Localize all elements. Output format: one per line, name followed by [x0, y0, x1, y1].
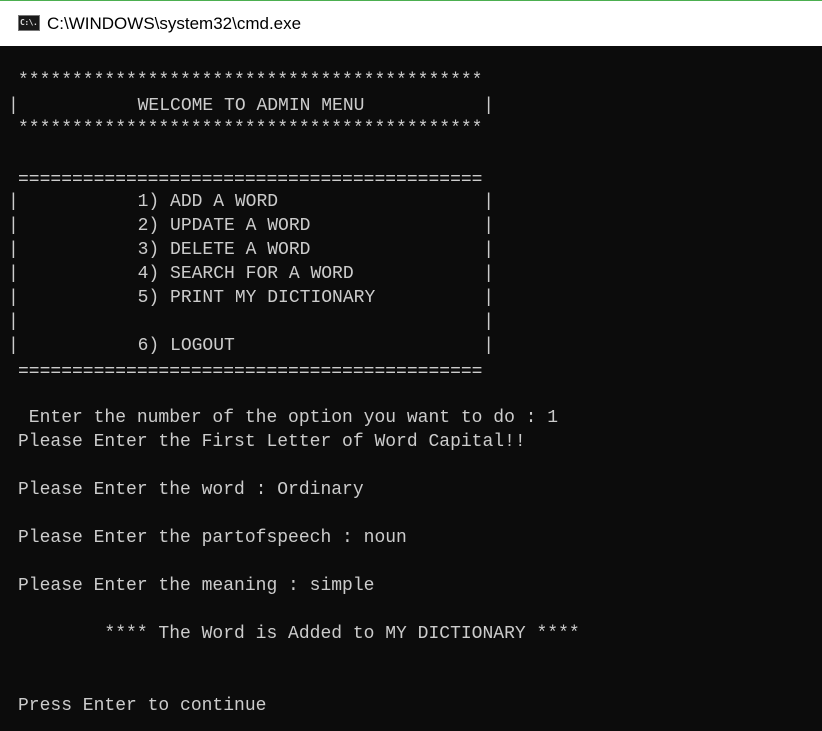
- success-message: **** The Word is Added to MY DICTIONARY …: [18, 624, 580, 644]
- menu-title-border-top: ****************************************…: [18, 71, 483, 91]
- menu-option-logout: | 6) LOGOUT |: [8, 336, 495, 356]
- option-prompt: Enter the number of the option you want …: [18, 408, 559, 428]
- cmd-icon: C:\.: [18, 15, 40, 31]
- title-bar[interactable]: C:\. C:\WINDOWS\system32\cmd.exe: [0, 0, 822, 46]
- menu-blank-row: | |: [8, 312, 495, 332]
- word-prompt: Please Enter the word : Ordinary: [18, 480, 364, 500]
- meaning-prompt: Please Enter the meaning : simple: [18, 576, 375, 596]
- partofspeech-prompt: Please Enter the partofspeech : noun: [18, 528, 407, 548]
- continue-prompt: Press Enter to continue: [18, 696, 267, 716]
- menu-option-update: | 2) UPDATE A WORD |: [8, 216, 495, 236]
- menu-title: | WELCOME TO ADMIN MENU |: [8, 96, 495, 116]
- menu-border-bottom: ========================================…: [18, 362, 483, 382]
- window-title: C:\WINDOWS\system32\cmd.exe: [47, 14, 302, 33]
- menu-option-add: | 1) ADD A WORD |: [8, 192, 495, 212]
- cmd-icon-label: C:\.: [20, 18, 38, 27]
- menu-option-delete: | 3) DELETE A WORD |: [8, 240, 495, 260]
- console-output[interactable]: ****************************************…: [0, 46, 822, 731]
- menu-border-top: ========================================…: [18, 170, 483, 190]
- menu-option-search: | 4) SEARCH FOR A WORD |: [8, 264, 495, 284]
- capital-instruction: Please Enter the First Letter of Word Ca…: [18, 432, 526, 452]
- menu-title-border-bottom: ****************************************…: [18, 119, 483, 139]
- menu-option-print: | 5) PRINT MY DICTIONARY |: [8, 288, 495, 308]
- cmd-window: C:\. C:\WINDOWS\system32\cmd.exe *******…: [0, 0, 822, 731]
